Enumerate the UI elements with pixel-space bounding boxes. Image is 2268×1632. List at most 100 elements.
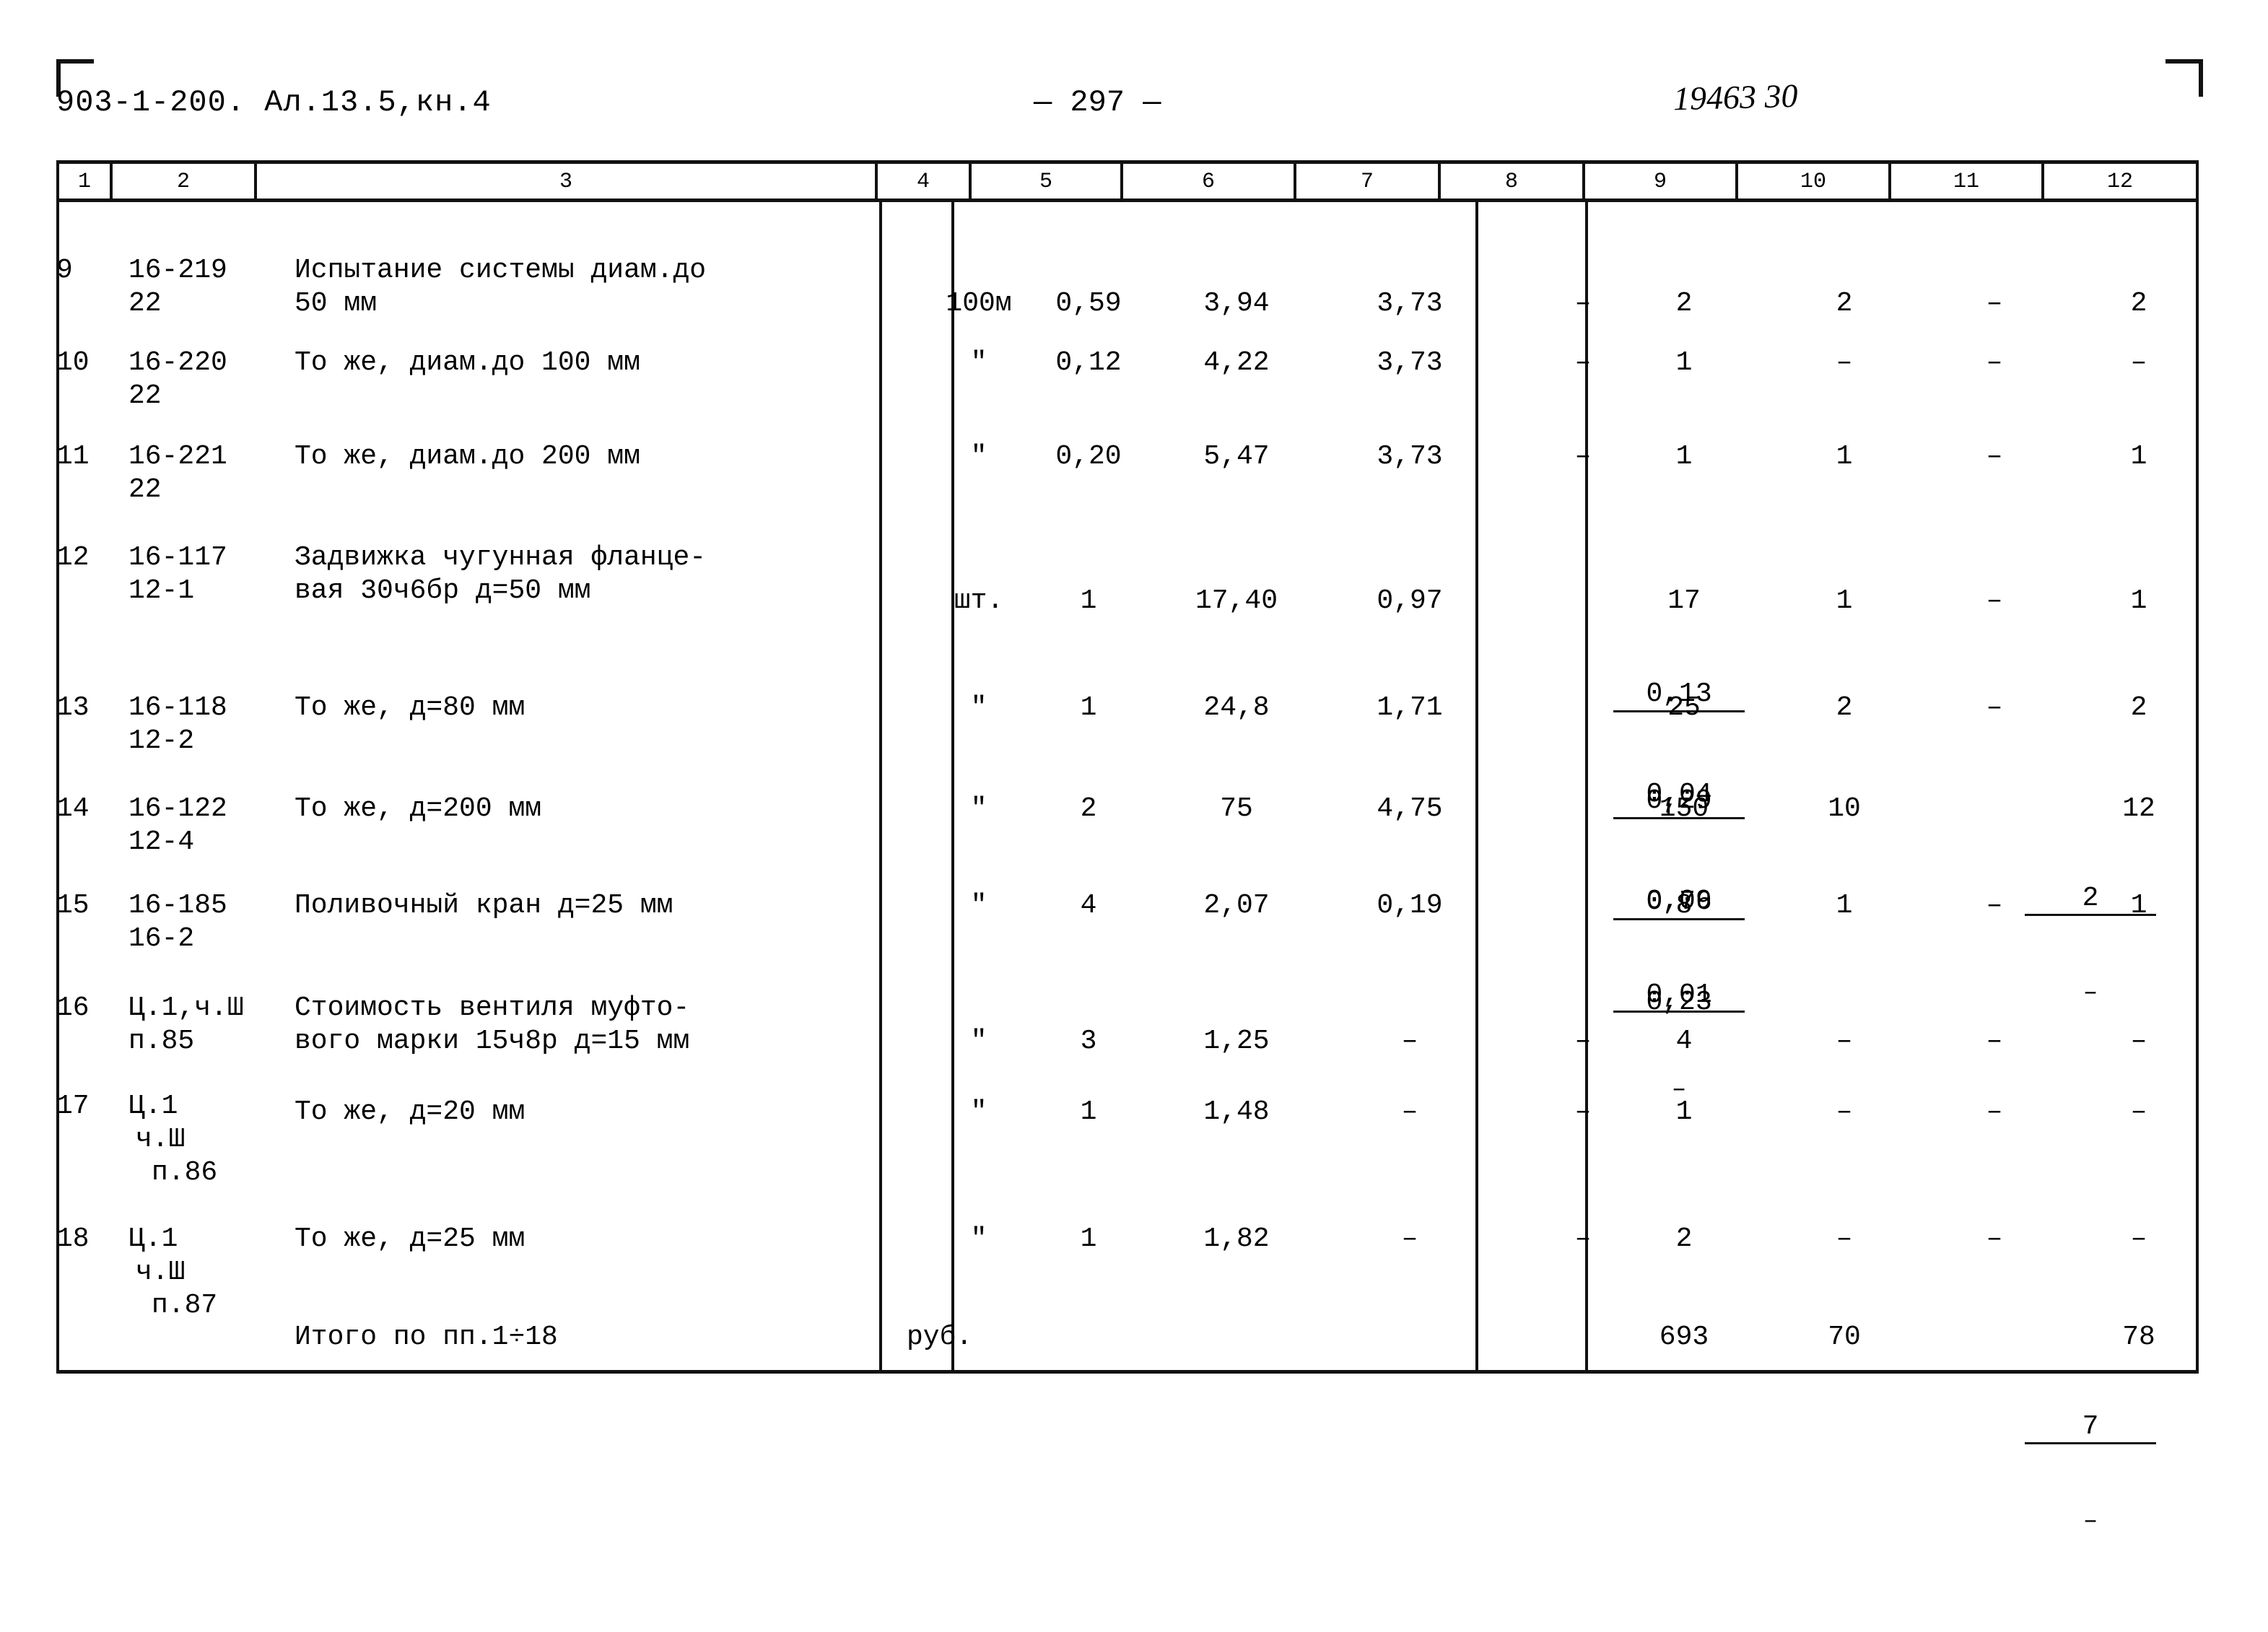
row-number: 18 bbox=[56, 1223, 90, 1254]
row-col9: 1 bbox=[1675, 441, 1693, 472]
row-col11: – bbox=[1986, 1026, 2003, 1057]
document-code: 903-1-200. Ал.13.5,кн.4 bbox=[56, 85, 492, 120]
row-number: 15 bbox=[56, 890, 90, 921]
row-code-line2: п.85 bbox=[128, 1026, 195, 1057]
row-code-line1: 16-185 bbox=[128, 890, 227, 921]
row-col5: 0,59 bbox=[1055, 288, 1122, 319]
crop-mark-top-right bbox=[2165, 59, 2203, 97]
row-name-line2: вого марки 15ч8р д=15 мм bbox=[295, 1026, 690, 1057]
row-code-line1: 16-221 bbox=[128, 441, 227, 472]
row-col7: 1,71 bbox=[1377, 692, 1443, 723]
row-col6: 75 bbox=[1220, 793, 1253, 824]
row-col6: 5,47 bbox=[1203, 441, 1270, 472]
row-col10: 1 bbox=[1836, 585, 1853, 616]
page-number: — 297 — bbox=[1034, 85, 1161, 120]
colnum-6: 6 bbox=[1123, 164, 1296, 198]
row-unit: " bbox=[970, 692, 987, 723]
row-unit: " bbox=[970, 441, 987, 472]
row-number: 16 bbox=[56, 992, 90, 1024]
row-col5: 1 bbox=[1080, 585, 1097, 616]
grid-hline-bottom bbox=[56, 1370, 2199, 1374]
colnum-3: 3 bbox=[257, 164, 878, 198]
row-col7: 4,75 bbox=[1377, 793, 1443, 824]
colnum-8: 8 bbox=[1441, 164, 1585, 198]
row-col6: 17,40 bbox=[1195, 585, 1278, 616]
row-col9: 17 bbox=[1667, 585, 1701, 616]
row-col7: 3,73 bbox=[1377, 441, 1443, 472]
colnum-2: 2 bbox=[113, 164, 257, 198]
row-col12: 1 bbox=[2130, 585, 2147, 616]
row-name-line1: Задвижка чугунная фланце- bbox=[295, 542, 707, 573]
row-col11: – bbox=[1986, 1096, 2003, 1127]
row-col11: – bbox=[1986, 347, 2003, 378]
colnum-10: 10 bbox=[1738, 164, 1891, 198]
handwritten-stamp: 19463 30 bbox=[1672, 77, 1799, 118]
row-col9: 150 bbox=[1659, 793, 1709, 824]
row-number: 13 bbox=[56, 692, 90, 723]
row-col10: 10 bbox=[1828, 793, 1861, 824]
row-code-line3: п.86 bbox=[152, 1157, 218, 1188]
row-col10: 1 bbox=[1836, 441, 1853, 472]
colnum-5: 5 bbox=[972, 164, 1123, 198]
total-col11-bottom: – bbox=[2082, 1508, 2098, 1535]
row-col5: 2 bbox=[1080, 793, 1097, 824]
row-col10: 2 bbox=[1836, 288, 1853, 319]
row-col11: – bbox=[1986, 441, 2003, 472]
row-code-line1: 16-122 bbox=[128, 793, 227, 824]
row-col12: 1 bbox=[2130, 441, 2147, 472]
row-name-line1: То же, д=200 мм bbox=[295, 793, 542, 824]
row-name-line1: То же, д=20 мм bbox=[295, 1096, 525, 1127]
row-col10: – bbox=[1836, 1223, 1853, 1254]
row-unit: 100м bbox=[946, 288, 1012, 319]
row-code-line1: 16-220 bbox=[128, 347, 227, 378]
row-code-line3: п.87 bbox=[152, 1290, 218, 1321]
row-code-line2: 22 bbox=[128, 288, 162, 319]
row-col12: 12 bbox=[2122, 793, 2155, 824]
colnum-12: 12 bbox=[2044, 164, 2199, 198]
row-col5: 4 bbox=[1080, 890, 1097, 921]
row-col9: 4 bbox=[1675, 1026, 1693, 1057]
row-col12: – bbox=[2130, 1096, 2147, 1127]
row-col9: 1 bbox=[1675, 1096, 1693, 1127]
row-col6: 1,48 bbox=[1203, 1096, 1270, 1127]
row-col12: 2 bbox=[2130, 288, 2147, 319]
row-code-line2: 16-2 bbox=[128, 923, 195, 954]
row-col12: – bbox=[2130, 1223, 2147, 1254]
row-col5: 1 bbox=[1080, 1096, 1097, 1127]
row-number: 10 bbox=[56, 347, 90, 378]
row-name-line1: Поливочный кран д=25 мм bbox=[295, 890, 673, 921]
row-col11: – bbox=[1986, 288, 2003, 319]
row-unit: " bbox=[970, 347, 987, 378]
row-col6: 24,8 bbox=[1203, 692, 1270, 723]
grid-vline-col3-col4 bbox=[879, 202, 882, 1371]
row-number: 11 bbox=[56, 441, 90, 472]
row-name-line1: То же, диам.до 200 мм bbox=[295, 441, 640, 472]
column-number-header: 1 2 3 4 5 6 7 8 9 10 11 12 bbox=[56, 160, 2199, 202]
row-col10: 1 bbox=[1836, 890, 1853, 921]
row-name-line1: То же, д=80 мм bbox=[295, 692, 525, 723]
row-col8-top: 0,01 bbox=[1613, 980, 1745, 1013]
row-unit: " bbox=[970, 1096, 987, 1127]
row-code-line2: ч.Ш bbox=[136, 1257, 186, 1288]
row-unit: " bbox=[970, 890, 987, 921]
total-unit: руб. bbox=[907, 1322, 973, 1353]
row-col5: 0,12 bbox=[1055, 347, 1122, 378]
row-col10: 2 bbox=[1836, 692, 1853, 723]
row-col9: 2 bbox=[1675, 1223, 1693, 1254]
row-code-line2: 22 bbox=[128, 474, 162, 505]
row-col9: 2 bbox=[1675, 288, 1693, 319]
row-col6: 2,07 bbox=[1203, 890, 1270, 921]
row-name-line1: То же, диам.до 100 мм bbox=[295, 347, 640, 378]
row-col9: 25 bbox=[1667, 692, 1701, 723]
row-col11-bottom: – bbox=[2082, 979, 2098, 1007]
row-unit: " bbox=[970, 1223, 987, 1254]
row-col7: 3,73 bbox=[1377, 288, 1443, 319]
colnum-7: 7 bbox=[1296, 164, 1441, 198]
row-col12: – bbox=[2130, 1026, 2147, 1057]
row-col11: – bbox=[1986, 1223, 2003, 1254]
row-col5: 0,20 bbox=[1055, 441, 1122, 472]
total-col10: 70 bbox=[1828, 1322, 1861, 1353]
row-col10: – bbox=[1836, 1026, 1853, 1057]
row-code-line1: Ц.1 bbox=[128, 1223, 178, 1254]
row-col7: – bbox=[1401, 1026, 1418, 1057]
